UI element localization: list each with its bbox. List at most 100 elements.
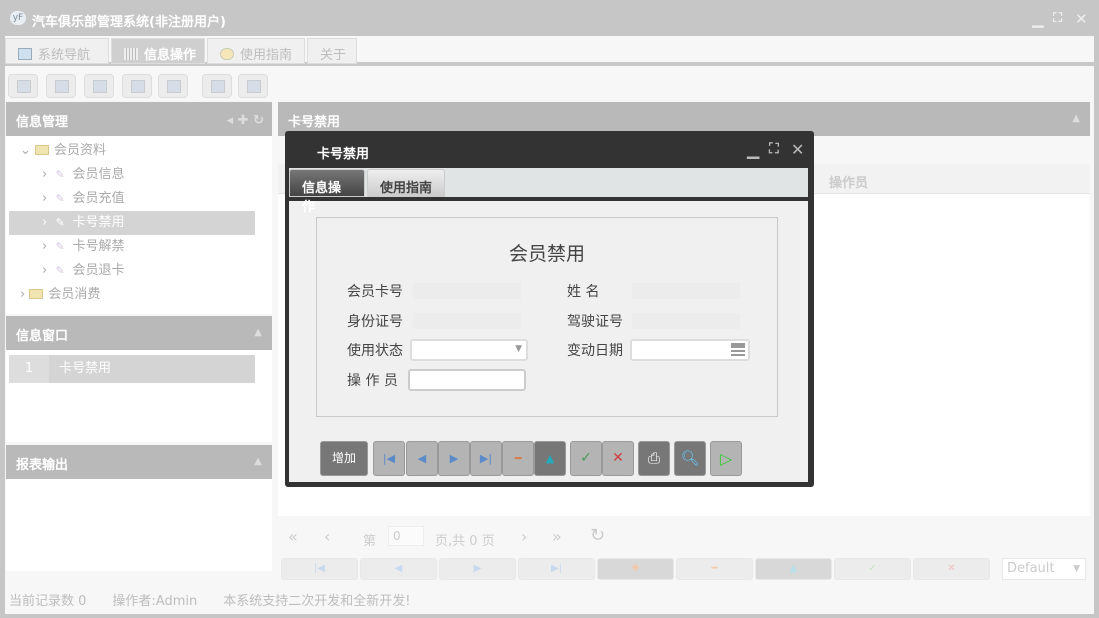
list-button[interactable]	[46, 74, 76, 98]
left-panel: 信息管理◂ ✚ ↻ ⌄ 会员资料 › ✎会员信息 › ✎会员充值 › ✎卡号禁用…	[6, 102, 272, 582]
save-button[interactable]: ✓	[570, 441, 602, 476]
prev-page-button[interactable]: ‹	[324, 527, 330, 546]
operator-input[interactable]	[408, 369, 526, 391]
column-operator[interactable]: 操作员	[829, 172, 868, 191]
first-page-button[interactable]: «	[288, 527, 298, 546]
first-button[interactable]: |◀	[373, 441, 405, 476]
tab-guide[interactable]: 使用指南	[207, 38, 305, 64]
tree-node-selected[interactable]: › ✎卡号禁用	[9, 211, 255, 235]
node-label: 会员消费	[48, 287, 100, 302]
leaf-icon: ✎	[55, 259, 67, 271]
card-field[interactable]	[413, 283, 521, 299]
document-icon	[93, 80, 107, 93]
tab-system-nav[interactable]: 系统导航	[5, 38, 109, 64]
prev-button[interactable]: ◀	[360, 558, 437, 580]
dialog-tabs: 信息操作 使用指南	[289, 168, 808, 201]
tree-node[interactable]: › ✎会员充值	[42, 187, 124, 211]
form-title: 会员禁用	[317, 239, 777, 266]
add-window-icon	[211, 80, 225, 93]
chevron-down-icon: ▼	[1073, 564, 1080, 574]
add-button[interactable]: 增加	[320, 441, 368, 476]
id-field[interactable]	[413, 313, 521, 329]
maximize-icon[interactable]: ⛶	[769, 141, 779, 157]
collapse-icon[interactable]: ▲	[254, 456, 262, 467]
info-window-header: 信息窗口▲	[6, 316, 272, 350]
header-title: 报表输出	[16, 458, 68, 473]
edit-button[interactable]: ▲	[534, 441, 566, 476]
tree-node[interactable]: › ✎卡号解禁	[42, 235, 124, 259]
header-tools[interactable]: ◂ ✚ ↻	[227, 113, 264, 128]
user-button[interactable]	[122, 74, 152, 98]
close-icon[interactable]: ✕	[1075, 10, 1088, 28]
page-size-select[interactable]: Default ▼	[1002, 558, 1086, 580]
cancel-button[interactable]: ✕	[602, 441, 634, 476]
next-button[interactable]: ▶	[438, 441, 470, 476]
collapse-icon[interactable]: ▲	[254, 327, 262, 338]
page-label: 第	[363, 530, 376, 549]
tab-about[interactable]: 关于	[307, 38, 357, 64]
printer-button[interactable]	[238, 74, 268, 98]
delete-button[interactable]: ━	[502, 441, 534, 476]
tab-label: 关于	[320, 48, 346, 63]
record-count: 当前记录数 0	[9, 594, 86, 609]
next-button[interactable]: ▶	[439, 558, 516, 580]
license-label: 驾驶证号	[567, 311, 623, 331]
tab-info-ops[interactable]: 信息操作	[111, 38, 205, 64]
delete-button[interactable]: ━	[676, 558, 753, 580]
next-page-button[interactable]: ›	[521, 527, 527, 546]
report-panel	[6, 479, 272, 571]
date-label: 变动日期	[567, 340, 623, 360]
leaf-icon: ✎	[55, 211, 67, 223]
minimize-icon[interactable]: ▁	[747, 140, 759, 159]
tree: ⌄ 会员资料 › ✎会员信息 › ✎会员充值 › ✎卡号禁用 › ✎卡号解禁 ›…	[6, 136, 272, 314]
tree-node[interactable]: › ✎会员信息	[42, 163, 124, 187]
select-value: Default	[1007, 561, 1055, 576]
last-button[interactable]: ▶|	[518, 558, 595, 580]
app-title: 汽车俱乐部管理系统(非注册用户)	[32, 15, 226, 30]
prev-button[interactable]: ◀	[406, 441, 438, 476]
node-label: 卡号禁用	[72, 215, 124, 230]
date-input[interactable]	[630, 339, 750, 361]
app-title-bar: 汽车俱乐部管理系统(非注册用户)	[0, 0, 1099, 36]
search-button[interactable]	[8, 74, 38, 98]
page-total: 页,共 0 页	[435, 530, 495, 549]
leaf-icon: ✎	[55, 235, 67, 247]
collapse-icon[interactable]: ▲	[1072, 113, 1080, 124]
card-label: 会员卡号	[347, 281, 403, 301]
tree-node-consumption[interactable]: › 会员消费	[20, 283, 100, 307]
app-logo-icon: yF	[10, 11, 26, 25]
preview-button[interactable]: 🔍︎	[674, 441, 706, 476]
save-button[interactable]: ✓	[834, 558, 911, 580]
minimize-icon[interactable]: ▁	[1032, 10, 1044, 28]
add-button[interactable]: ✚	[597, 558, 674, 580]
tree-node[interactable]: › ✎会员退卡	[42, 259, 124, 283]
operator: 操作者:Admin	[112, 594, 197, 609]
document-button[interactable]	[84, 74, 114, 98]
add-window-button[interactable]	[202, 74, 232, 98]
first-button[interactable]: |◀	[281, 558, 358, 580]
window-button[interactable]	[158, 74, 188, 98]
window-item-index: 1	[9, 355, 49, 383]
play-icon: ▷	[720, 449, 732, 468]
license-field[interactable]	[632, 313, 740, 329]
calendar-icon[interactable]	[731, 343, 745, 357]
window-item[interactable]: 1卡号禁用	[9, 355, 255, 383]
edit-button[interactable]: ▲	[755, 558, 832, 580]
monitor-icon	[18, 48, 32, 60]
user-icon	[131, 80, 145, 93]
run-button[interactable]: ▷	[710, 441, 742, 476]
state-select[interactable]: ▼	[410, 339, 528, 361]
page-input[interactable]: 0	[388, 526, 424, 546]
refresh-icon[interactable]: ↻	[590, 525, 605, 546]
leaf-icon: ✎	[55, 163, 67, 175]
tree-node-member-data[interactable]: ⌄ 会员资料	[20, 139, 106, 163]
cancel-button[interactable]: ✕	[913, 558, 990, 580]
print-button[interactable]: ⎙	[638, 441, 670, 476]
close-icon[interactable]: ✕	[791, 140, 804, 159]
name-field[interactable]	[632, 283, 740, 299]
restore-icon[interactable]: ⛶	[1053, 11, 1062, 26]
dialog-tab-guide[interactable]: 使用指南	[367, 169, 445, 197]
last-button[interactable]: ▶|	[470, 441, 502, 476]
dialog-tab-info-ops[interactable]: 信息操作	[289, 169, 365, 197]
last-page-button[interactable]: »	[552, 527, 562, 546]
